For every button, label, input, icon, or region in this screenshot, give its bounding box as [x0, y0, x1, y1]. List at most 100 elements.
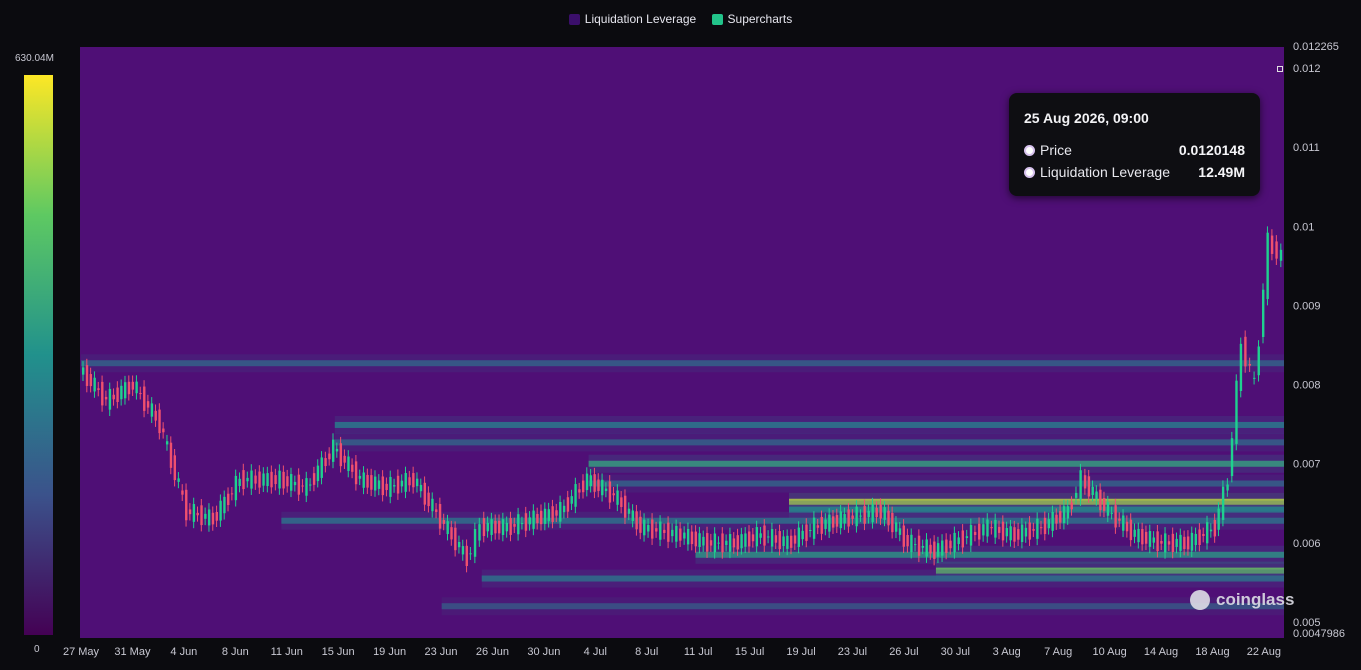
candle-body [1047, 519, 1051, 529]
candle-body [146, 401, 150, 408]
candle-body [1175, 538, 1178, 547]
color-scale-max-label: 630.04M [15, 53, 54, 64]
candle-body [755, 527, 759, 547]
crosshair-marker [1277, 66, 1283, 72]
candle-body [373, 476, 377, 491]
candle-body [929, 544, 932, 554]
candle-body [282, 471, 285, 489]
candle-body [812, 517, 816, 539]
candle-body [1144, 531, 1148, 544]
candle-body [1279, 249, 1283, 261]
liquidation-band-glow [441, 597, 1284, 616]
candle-body [143, 386, 146, 411]
chart-tooltip: 25 Aug 2026, 09:00 Price 0.0120148 Liqui… [1009, 93, 1260, 196]
candle-body [173, 455, 177, 481]
candle-body [601, 479, 604, 496]
candle-body [1183, 536, 1186, 549]
candle-body [978, 523, 981, 540]
candle-body [690, 531, 694, 545]
candle-body [1099, 489, 1102, 511]
candle-body [671, 529, 674, 537]
candle-body [482, 518, 486, 537]
candle-body [181, 490, 184, 495]
candle-body [1024, 527, 1028, 537]
x-tick-label: 30 Jun [527, 646, 560, 658]
x-tick-label: 15 Jul [735, 646, 764, 658]
candle-body [204, 513, 207, 519]
x-tick-label: 26 Jul [889, 646, 918, 658]
candle-body [396, 475, 400, 494]
candle-body [1226, 484, 1229, 491]
candle-body [894, 522, 898, 532]
candle-body [936, 543, 940, 557]
candle-body [1062, 506, 1066, 524]
candle-body [863, 505, 866, 524]
y-tick-label: 0.0047986 [1293, 628, 1345, 640]
y-tick-label: 0.012 [1293, 63, 1321, 75]
candle-body [423, 482, 426, 505]
candle-body [1244, 336, 1247, 367]
candle-body [312, 473, 316, 485]
candle-body [721, 533, 724, 553]
candle-body [274, 475, 277, 485]
candle-body [1217, 508, 1220, 530]
candle-body [835, 515, 839, 527]
candle-body [759, 533, 762, 538]
candle-body [647, 525, 650, 532]
x-tick-label: 27 May [63, 646, 100, 658]
y-tick-label: 0.007 [1293, 459, 1321, 471]
candle-body [543, 508, 547, 524]
x-tick-label: 19 Jul [786, 646, 815, 658]
candle-body [994, 519, 997, 538]
x-tick-label: 3 Aug [993, 646, 1021, 658]
candle-body [400, 480, 404, 487]
y-tick-label: 0.006 [1293, 538, 1321, 550]
x-tick-label: 22 Aug [1247, 646, 1281, 658]
candle-body [381, 476, 385, 496]
candle-body [824, 519, 827, 529]
candle-body [914, 544, 917, 546]
x-tick-label: 8 Jul [635, 646, 658, 658]
candle-body [744, 533, 747, 547]
candle-body [454, 527, 457, 551]
candle-body [1270, 235, 1274, 254]
liquidation-band-glow [334, 415, 1284, 434]
candle-body [389, 476, 392, 497]
candle-body [1091, 486, 1094, 495]
candle-body [238, 478, 241, 487]
candle-body [906, 534, 909, 547]
candle-body [473, 529, 477, 557]
candle-body [855, 506, 858, 527]
candle-body [778, 531, 781, 550]
candle-body [120, 385, 123, 400]
candle-body [501, 519, 505, 535]
candle-body [631, 510, 635, 522]
tooltip-date: 25 Aug 2026, 09:00 [1024, 110, 1149, 126]
color-scale-bar [24, 75, 53, 635]
candle-body [547, 509, 551, 522]
candle-body [1125, 521, 1129, 532]
candle-body [1141, 529, 1144, 545]
candle-body [1253, 377, 1256, 379]
candle-body [635, 511, 638, 530]
candle-body [965, 536, 969, 539]
candle-body [797, 527, 801, 547]
candle-body [532, 510, 535, 529]
candle-body [316, 465, 320, 482]
candle-body [702, 536, 705, 546]
candle-body [446, 521, 449, 535]
candle-body [486, 522, 489, 532]
candle-body [925, 539, 928, 557]
candle-body [135, 381, 138, 394]
candle-body [706, 533, 709, 552]
candle-body [620, 497, 623, 508]
y-tick-label: 0.009 [1293, 300, 1321, 312]
candle-body [1017, 529, 1020, 540]
candle-body [1152, 537, 1155, 543]
candle-body [293, 481, 297, 486]
candle-body [1083, 475, 1087, 489]
candle-body [961, 530, 965, 548]
candle-body [505, 522, 509, 532]
candle-body [328, 453, 331, 460]
candle-body [910, 534, 913, 553]
